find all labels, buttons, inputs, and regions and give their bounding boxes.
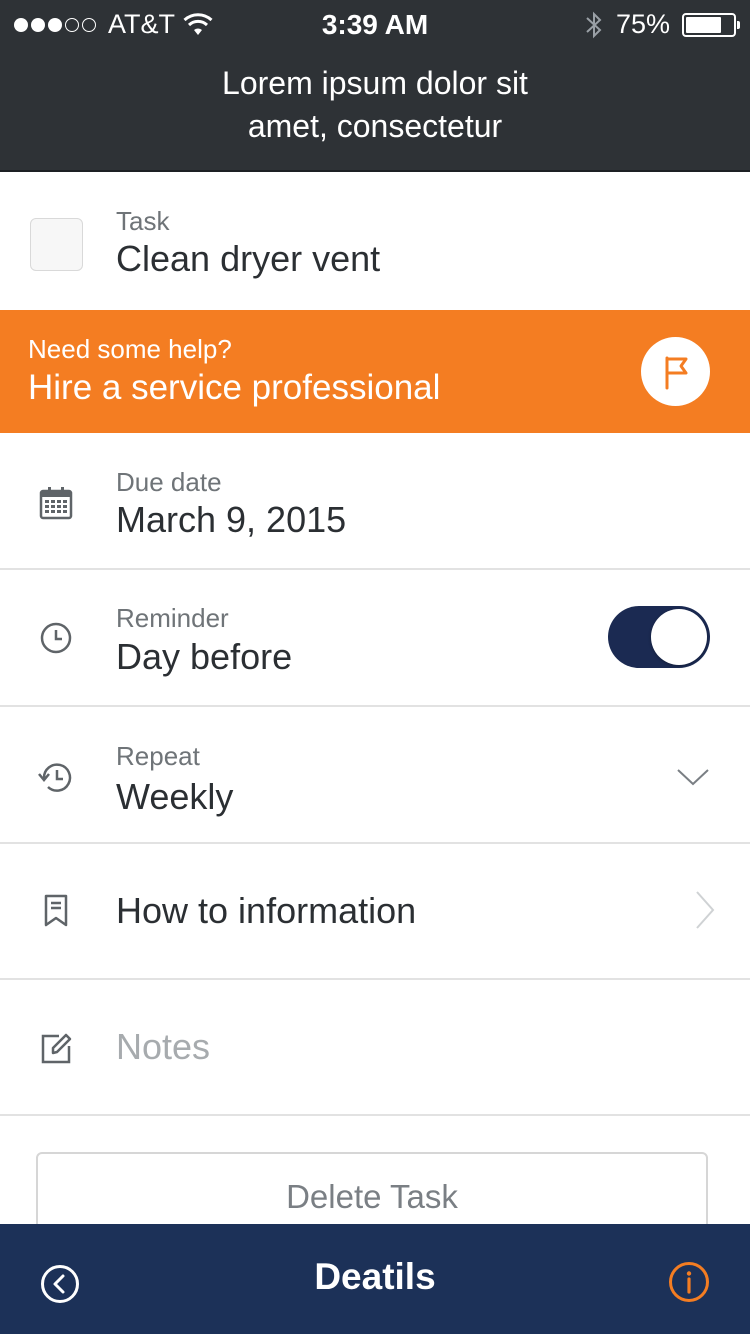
bookmark-icon: [36, 891, 76, 931]
reminder-row: Reminder Day before: [0, 570, 750, 707]
bottom-bar-title: Deatils: [314, 1256, 436, 1297]
help-cta: Hire a service professional: [28, 368, 441, 407]
battery-percent: 75%: [615, 9, 670, 39]
task-label: Task: [116, 206, 170, 236]
how-to-row[interactable]: How to information: [0, 844, 750, 980]
reminder-value: Day before: [116, 636, 293, 677]
notes-row[interactable]: Notes: [0, 980, 750, 1116]
page-title: Lorem ipsum dolor sit amet, consectetur: [0, 62, 750, 148]
task-complete-checkbox[interactable]: [30, 218, 83, 271]
how-to-label: How to information: [116, 890, 417, 931]
bottom-bar: Deatils: [0, 1224, 750, 1334]
history-icon: [36, 758, 76, 798]
flag-button[interactable]: [641, 337, 710, 406]
help-prompt: Need some help?: [28, 334, 232, 364]
reminder-label: Reminder: [116, 603, 229, 633]
hire-pro-banner[interactable]: Need some help? Hire a service professio…: [0, 310, 750, 433]
header: AT&T 3:39 AM 75% Lorem ipsum dolor sit a…: [0, 0, 750, 172]
repeat-label: Repeat: [116, 741, 200, 771]
task-name: Clean dryer vent: [116, 238, 381, 279]
due-date-value: March 9, 2015: [116, 499, 347, 540]
toggle-knob: [651, 609, 707, 665]
page-title-line2: amet, consectetur: [247, 108, 503, 144]
repeat-row[interactable]: Repeat Weekly: [0, 707, 750, 844]
page-title-line1: Lorem ipsum dolor sit: [222, 65, 528, 101]
chevron-down-icon: [677, 769, 709, 786]
clock-icon: [36, 618, 76, 658]
reminder-toggle[interactable]: [608, 606, 710, 668]
battery-icon: [682, 12, 740, 37]
due-date-label: Due date: [116, 467, 222, 497]
flag-icon: [665, 356, 687, 389]
edit-icon: [36, 1028, 76, 1068]
bluetooth-icon: [586, 11, 602, 38]
due-date-row[interactable]: Due date March 9, 2015: [0, 433, 750, 570]
info-icon[interactable]: [668, 1261, 710, 1303]
notes-input[interactable]: Notes: [116, 1026, 210, 1068]
task-row: Task Clean dryer vent: [0, 174, 750, 310]
calendar-icon: [36, 483, 76, 523]
repeat-value: Weekly: [116, 776, 234, 817]
status-right: 75%: [584, 9, 740, 40]
status-bar: AT&T 3:39 AM 75%: [0, 0, 750, 50]
chevron-right-icon: [696, 891, 715, 929]
